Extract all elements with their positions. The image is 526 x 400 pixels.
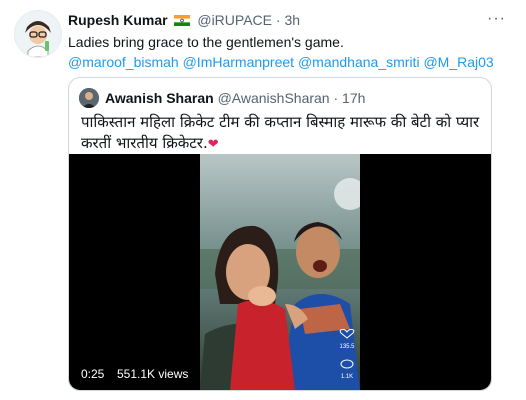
quoted-author-name[interactable]: Awanish Sharan xyxy=(105,90,214,106)
comment-count: 1.1K xyxy=(340,374,354,380)
india-flag-icon xyxy=(174,13,191,29)
video-player[interactable]: 135.5 1.1K 837 0:25 551.1K views xyxy=(69,154,491,390)
author-avatar[interactable] xyxy=(14,10,62,58)
comment-icon xyxy=(340,359,354,369)
quoted-tweet-card[interactable]: Awanish Sharan @AwanishSharan · 17h पाकि… xyxy=(68,77,492,391)
tweet-header: Rupesh Kumar @iRUPACE · 3h xyxy=(68,12,300,29)
quoted-tweet-header: Awanish Sharan @AwanishSharan · 17h xyxy=(105,90,365,106)
quoted-author-avatar[interactable] xyxy=(79,88,99,108)
author-name[interactable]: Rupesh Kumar xyxy=(68,12,168,28)
mention-link[interactable]: @M_Raj03 xyxy=(423,54,493,70)
tweet-mentions: @maroof_bismah @ImHarmanpreet @mandhana_… xyxy=(68,53,494,72)
quoted-tweet-text: पाकिस्तान महिला क्रिकेट टीम की कप्तान बि… xyxy=(81,112,481,155)
tweet-text: Ladies bring grace to the gentlemen's ga… xyxy=(68,34,344,50)
mention-link[interactable]: @ImHarmanpreet xyxy=(183,54,294,70)
separator-dot: · xyxy=(333,90,339,106)
video-frame xyxy=(200,154,360,390)
mention-link[interactable]: @mandhana_smriti xyxy=(298,54,420,70)
video-view-count: 551.1K views xyxy=(117,367,189,381)
tweet-time[interactable]: 3h xyxy=(284,12,300,28)
share-icon xyxy=(339,389,355,390)
separator-dot: · xyxy=(275,12,281,28)
author-handle[interactable]: @iRUPACE xyxy=(197,12,272,28)
quoted-tweet-body: पाकिस्तान महिला क्रिकेट टीम की कप्तान बि… xyxy=(81,113,480,152)
quoted-tweet-time[interactable]: 17h xyxy=(342,90,365,106)
quoted-author-handle[interactable]: @AwanishSharan xyxy=(218,90,330,106)
heart-icon xyxy=(339,328,355,339)
like-count: 135.5 xyxy=(339,344,355,350)
more-options-icon[interactable]: ··· xyxy=(487,11,506,27)
red-heart-icon: ❤ xyxy=(207,137,219,152)
video-side-icons: 135.5 1.1K 837 xyxy=(339,326,355,390)
mention-link[interactable]: @maroof_bismah xyxy=(68,54,179,70)
video-duration: 0:25 xyxy=(81,367,105,381)
